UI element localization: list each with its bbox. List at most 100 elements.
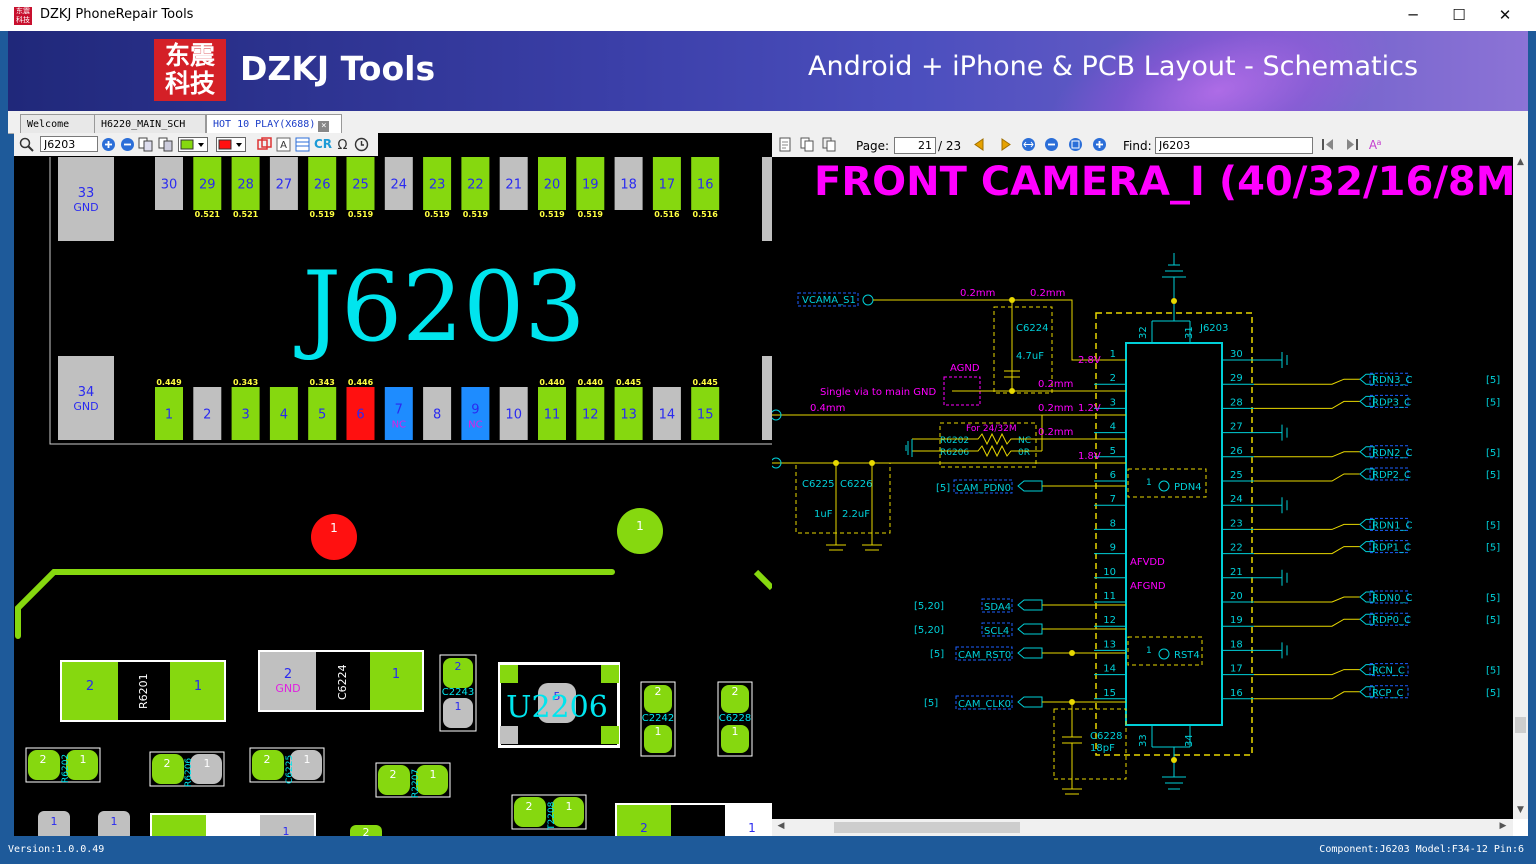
- scroll-left-icon[interactable]: ◀: [774, 821, 788, 834]
- ref-clk: [5]: [924, 698, 938, 709]
- r6201-label: R6201: [137, 673, 150, 709]
- zoom-in-icon[interactable]: [101, 137, 116, 152]
- zoom-out-schematic-icon[interactable]: [1044, 137, 1059, 152]
- pcb-search-input[interactable]: [40, 136, 98, 152]
- zoom-in-schematic-icon[interactable]: [1092, 137, 1107, 152]
- tab-h6220-main-sch[interactable]: H6220_MAIN_SCH: [94, 114, 206, 133]
- highlight-color-picker[interactable]: [216, 137, 246, 152]
- prev-page-icon[interactable]: [972, 137, 987, 152]
- bottom-pin-9-sub: NC: [468, 420, 482, 431]
- schematic-canvas[interactable]: FRONT CAMERA_I (40/32/16/8M J6203 123456…: [772, 157, 1513, 819]
- r6202-pin1: 1: [80, 753, 87, 766]
- tab-welcome[interactable]: Welcome: [20, 114, 100, 133]
- conn-left-pin-7: 7: [1110, 494, 1116, 505]
- part-e-pin2: 2: [640, 821, 648, 835]
- brand-logo: 东震 科技: [154, 39, 226, 101]
- bottom-pin-5-label: 5: [318, 408, 326, 423]
- conn-left-pin-3: 3: [1110, 397, 1116, 408]
- horizontal-scroll-thumb[interactable]: [834, 822, 1020, 833]
- j6203-body[interactable]: [1125, 342, 1223, 726]
- next-page-icon[interactable]: [998, 137, 1013, 152]
- bottom-pin-2-label: 2: [203, 408, 211, 423]
- scroll-right-icon[interactable]: ▶: [1496, 821, 1510, 834]
- match-case-icon[interactable]: Aa: [1368, 137, 1383, 152]
- c6224-ref: C6224: [1016, 323, 1048, 334]
- fit-page-icon[interactable]: [1068, 137, 1083, 152]
- zoom-out-icon[interactable]: [120, 137, 135, 152]
- conn-left-pin-1: 1: [1110, 349, 1116, 360]
- scroll-up-icon[interactable]: ▲: [1515, 157, 1526, 171]
- bottom-pin-7-label: 7: [395, 403, 403, 418]
- tab-label: Welcome: [27, 119, 70, 130]
- paste-icon[interactable]: [822, 137, 837, 152]
- c6226-ref: C6226: [840, 479, 872, 490]
- ref-pdn: [5]: [936, 483, 950, 494]
- pcb-bottom-pins: 1 0.449 2 3 0.343 4 5 0.343 6 0.446 7 NC 8 9 NC 10 11 0.4…: [155, 378, 720, 440]
- close-tab-icon[interactable]: ×: [318, 121, 330, 132]
- c2242-pin1: 1: [655, 725, 662, 738]
- find-input[interactable]: [1155, 137, 1313, 154]
- c2243-label: C2243: [442, 687, 474, 698]
- page-label: Page:: [856, 139, 890, 153]
- pcb-canvas[interactable]: 30 290.521280.52127 260.519250.51924 230.51…: [14, 133, 772, 836]
- bottom-pin-3-label: 3: [241, 408, 249, 423]
- tab-hot10play[interactable]: HOT 10 PLAY(X688) ×: [206, 114, 342, 133]
- pcb-view[interactable]: 30 29 0.521 28 0.521 27 26 0.519 25 0.519 24 23 0.51…: [14, 133, 772, 836]
- mirror-icon[interactable]: [158, 137, 173, 152]
- open-icon[interactable]: [778, 137, 793, 152]
- minimize-button[interactable]: ─: [1390, 0, 1436, 31]
- flip-icon[interactable]: [138, 137, 153, 152]
- t2208-label: T2208: [547, 801, 557, 831]
- fill-color-picker[interactable]: [178, 137, 208, 152]
- grid-icon[interactable]: [295, 137, 310, 152]
- c6228-pin2: 2: [732, 685, 739, 698]
- schematic-toolbar: Page: / 23 Find: Aa: [772, 133, 1528, 157]
- conn-left-pin-9: 9: [1110, 543, 1116, 554]
- page-input[interactable]: [894, 137, 936, 154]
- top-pin-30-label: 30: [161, 178, 178, 193]
- conn-right-pin-16: 16: [1230, 688, 1243, 699]
- ohm-icon[interactable]: Ω: [335, 137, 350, 153]
- top-pin-21-label: 21: [505, 178, 522, 193]
- diff-net-label: RCN_C: [1372, 666, 1405, 677]
- cr-toggle[interactable]: CR: [314, 137, 332, 152]
- layer-icon[interactable]: [257, 137, 272, 152]
- c6224-gnd: GND: [275, 682, 300, 695]
- search-icon[interactable]: [19, 137, 34, 152]
- ref-rst: [5]: [930, 649, 944, 660]
- top-pin-16-voltage: 0.516: [693, 210, 719, 219]
- ref-scl: [5,20]: [914, 625, 944, 636]
- schematic-drawing[interactable]: FRONT CAMERA_I (40/32/16/8M J6203 123456…: [772, 157, 1513, 819]
- svg-text:A: A: [280, 140, 287, 151]
- fit-width-icon[interactable]: [1021, 137, 1036, 152]
- r6206-pin1: 1: [204, 757, 211, 770]
- pin-33: 33: [1138, 734, 1149, 747]
- banner-tagline: Android + iPhone & PCB Layout - Schemati…: [808, 51, 1419, 82]
- vertical-scroll-thumb[interactable]: [1515, 717, 1526, 733]
- horizontal-scrollbar[interactable]: ◀ ▶: [772, 819, 1513, 836]
- top-pin-28-label: 28: [237, 178, 254, 193]
- close-button[interactable]: ✕: [1482, 0, 1528, 31]
- width-04: 0.4mm: [810, 403, 845, 414]
- scroll-down-icon[interactable]: ▼: [1515, 805, 1526, 819]
- bottom-pin-13-voltage: 0.445: [616, 378, 642, 387]
- text-layer-icon[interactable]: A: [276, 137, 291, 152]
- vertical-scrollbar[interactable]: ▲ ▼: [1513, 157, 1528, 819]
- copy-icon[interactable]: [800, 137, 815, 152]
- volt-28: 2.8V: [1078, 355, 1101, 366]
- maximize-button[interactable]: ☐: [1436, 0, 1482, 31]
- part-b-pin1: 1: [111, 815, 118, 828]
- top-pin-23-voltage: 0.519: [424, 210, 450, 219]
- find-prev-icon[interactable]: [1321, 137, 1336, 152]
- schematic-view[interactable]: Page: / 23 Find: Aa FRONT CAMERA_I (40/3…: [772, 133, 1528, 836]
- diff-net-label: RDN0_C: [1372, 593, 1412, 604]
- ref-sda: [5,20]: [914, 601, 944, 612]
- c6228-pin1: 1: [732, 725, 739, 738]
- r6201-pin2: 2: [86, 679, 94, 694]
- c6224-value: 4.7uF: [1016, 351, 1044, 362]
- reset-icon[interactable]: [354, 137, 369, 152]
- bottom-pin-14-label: 14: [659, 408, 676, 423]
- find-next-icon[interactable]: [1344, 137, 1359, 152]
- diff-net-label: RDN2_C: [1372, 448, 1412, 459]
- bottom-pin-1-label: 1: [165, 408, 173, 423]
